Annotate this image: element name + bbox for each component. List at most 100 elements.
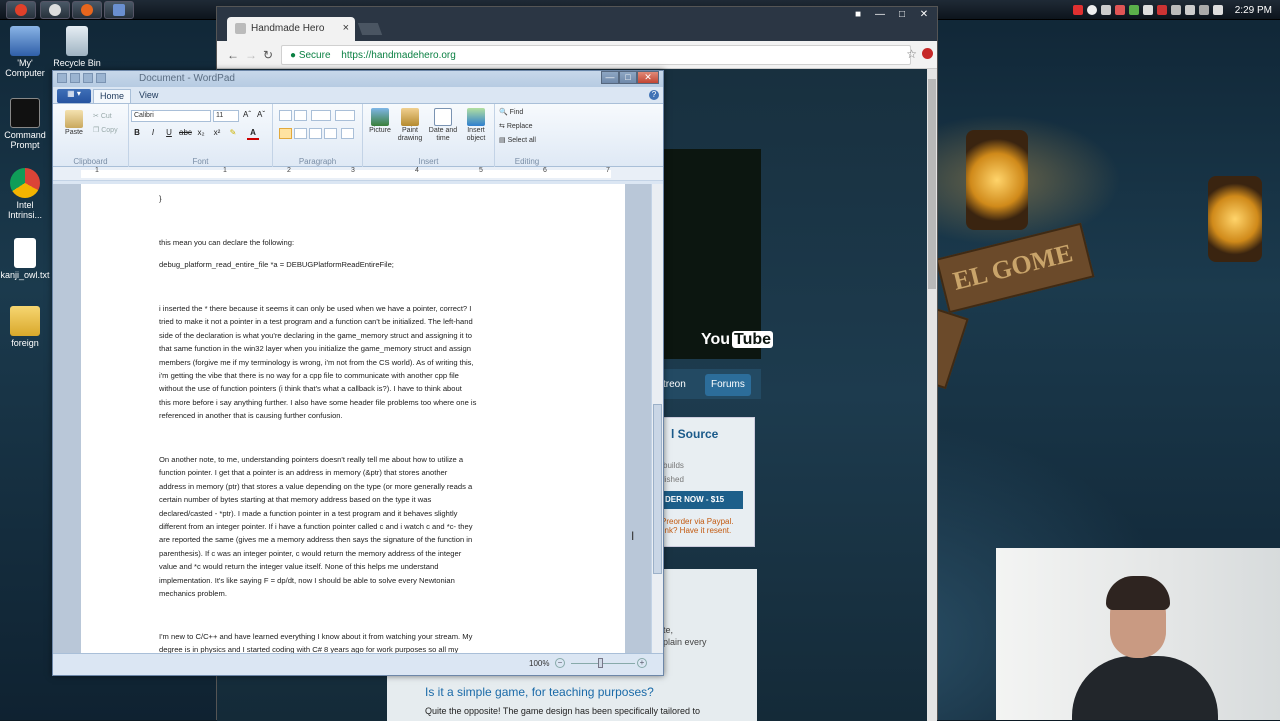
- taskbar-chrome-button[interactable]: [6, 1, 36, 19]
- cut-button[interactable]: ✂ Cut: [93, 112, 112, 120]
- font-size-select[interactable]: 11: [213, 110, 239, 122]
- wordpad-app-icon[interactable]: [57, 73, 67, 83]
- scrollbar-thumb[interactable]: [928, 79, 936, 289]
- back-icon[interactable]: ←: [227, 48, 239, 62]
- ruler[interactable]: 1 1 2 3 4 5 6 7: [53, 167, 663, 181]
- select-all-button[interactable]: ▤ Select all: [499, 136, 536, 144]
- italic-button[interactable]: I: [147, 128, 159, 140]
- minimize-icon[interactable]: —: [601, 71, 619, 84]
- desktop-icon-foreign[interactable]: foreign: [0, 306, 50, 348]
- date-time-button[interactable]: Date and time: [427, 108, 459, 143]
- doc-line: this mean you can declare the following:: [159, 238, 295, 247]
- new-tab-button[interactable]: [357, 23, 383, 35]
- paypal-link[interactable]: Preorder via Paypal.: [661, 517, 733, 526]
- tab-view[interactable]: View: [139, 90, 158, 100]
- tray-icon[interactable]: [1100, 5, 1111, 15]
- youtube-logo[interactable]: You Tube: [701, 331, 774, 349]
- forward-icon[interactable]: →: [245, 48, 257, 62]
- address-bar[interactable]: ● Secure https://handmadehero.org: [281, 45, 911, 65]
- desktop-icon-recycle-bin[interactable]: Recycle Bin: [52, 26, 102, 68]
- align-center-icon[interactable]: [294, 128, 307, 139]
- document-page[interactable]: } this mean you can declare the followin…: [81, 184, 625, 654]
- taskbar-wordpad-button[interactable]: [104, 1, 134, 19]
- underline-button[interactable]: U: [163, 128, 175, 140]
- tray-icon[interactable]: [1072, 5, 1083, 15]
- undo-icon[interactable]: [83, 73, 93, 83]
- tray-icon[interactable]: [1184, 5, 1195, 15]
- tray-icon[interactable]: [1128, 5, 1139, 15]
- clock[interactable]: 2:29 PM: [1235, 5, 1272, 16]
- object-icon: [467, 108, 485, 126]
- reload-icon[interactable]: ↻: [263, 48, 273, 62]
- ruler-number: 4: [415, 167, 419, 174]
- video-embed[interactable]: [657, 149, 761, 359]
- nav-forums-link[interactable]: Forums: [705, 374, 751, 396]
- bookmark-star-icon[interactable]: ☆: [906, 47, 917, 61]
- close-icon[interactable]: ✕: [915, 9, 933, 21]
- align-right-icon[interactable]: [309, 128, 322, 139]
- desktop-icon-intel-intrinsics[interactable]: Intel Intrinsi...: [0, 168, 50, 220]
- zoom-out-icon[interactable]: −: [555, 658, 565, 668]
- network-icon[interactable]: [1198, 5, 1209, 15]
- tray-icon[interactable]: [1170, 5, 1181, 15]
- order-now-button[interactable]: DER NOW - $15: [657, 491, 743, 509]
- text-color-icon[interactable]: A: [247, 128, 259, 140]
- replace-button[interactable]: ⇆ Replace: [499, 122, 533, 130]
- paint-drawing-button[interactable]: Paint drawing: [395, 108, 425, 143]
- align-left-icon[interactable]: [279, 128, 292, 139]
- taskbar-app-button[interactable]: [40, 1, 70, 19]
- tray-icon[interactable]: [1086, 5, 1097, 15]
- desktop-icon-my-computer[interactable]: 'My' Computer: [0, 26, 50, 78]
- tray-icon[interactable]: [1142, 5, 1153, 15]
- browser-scrollbar[interactable]: [927, 69, 937, 721]
- picture-icon: [371, 108, 389, 126]
- volume-icon[interactable]: [1212, 5, 1223, 15]
- picture-button[interactable]: Picture: [365, 108, 395, 135]
- zoom-in-icon[interactable]: +: [637, 658, 647, 668]
- close-icon[interactable]: ✕: [637, 71, 659, 84]
- bold-button[interactable]: B: [131, 128, 143, 140]
- desktop-icon-kanji-owl[interactable]: kanji_owl.txt: [0, 238, 50, 280]
- browser-tab[interactable]: Handmade Hero ×: [227, 17, 355, 41]
- redo-icon[interactable]: [96, 73, 106, 83]
- wordpad-titlebar[interactable]: Document - WordPad — □ ✕: [53, 71, 663, 87]
- subscript-button[interactable]: x₂: [195, 128, 207, 140]
- tab-home[interactable]: Home: [93, 89, 131, 103]
- shrink-font-button[interactable]: Aˇ: [255, 110, 267, 122]
- minimize-icon[interactable]: —: [871, 9, 889, 21]
- zoom-slider[interactable]: [571, 663, 635, 664]
- paragraph-settings-icon[interactable]: [341, 128, 354, 139]
- decrease-indent-icon[interactable]: [279, 110, 292, 121]
- group-label-font: Font: [192, 157, 209, 166]
- tray-icon[interactable]: [1156, 5, 1167, 15]
- desktop-icon-command-prompt[interactable]: Command Prompt: [0, 98, 50, 150]
- taskbar-firefox-button[interactable]: [72, 1, 102, 19]
- find-button[interactable]: 🔍 Find: [499, 108, 523, 116]
- bullets-icon[interactable]: [311, 110, 331, 121]
- user-icon[interactable]: ■: [849, 9, 867, 21]
- tray-icon[interactable]: [1114, 5, 1125, 15]
- copy-button[interactable]: ❐ Copy: [93, 126, 118, 134]
- strikethrough-button[interactable]: abc: [179, 128, 192, 140]
- maximize-icon[interactable]: □: [619, 71, 637, 84]
- ribbon-group-insert: Picture Paint drawing Date and time Inse…: [363, 104, 495, 167]
- line-spacing-icon[interactable]: [335, 110, 355, 121]
- font-family-select[interactable]: Calibri: [131, 110, 211, 122]
- app-menu-button[interactable]: ▦ ▾: [57, 89, 91, 103]
- scrollbar-thumb[interactable]: [653, 404, 662, 574]
- insert-object-button[interactable]: Insert object: [461, 108, 491, 143]
- resend-link[interactable]: link? Have it resent.: [661, 526, 731, 535]
- justify-icon[interactable]: [324, 128, 337, 139]
- paste-button[interactable]: Paste: [61, 110, 87, 137]
- close-tab-icon[interactable]: ×: [343, 22, 349, 34]
- document-scrollbar[interactable]: [651, 184, 663, 654]
- increase-indent-icon[interactable]: [294, 110, 307, 121]
- save-icon[interactable]: [70, 73, 80, 83]
- highlight-icon[interactable]: ✎: [227, 128, 239, 140]
- maximize-icon[interactable]: □: [893, 9, 911, 21]
- zoom-slider-thumb[interactable]: [598, 658, 603, 668]
- grow-font-button[interactable]: Aˆ: [241, 110, 253, 122]
- help-icon[interactable]: ?: [649, 90, 659, 100]
- superscript-button[interactable]: x²: [211, 128, 223, 140]
- extension-icon[interactable]: [922, 48, 933, 59]
